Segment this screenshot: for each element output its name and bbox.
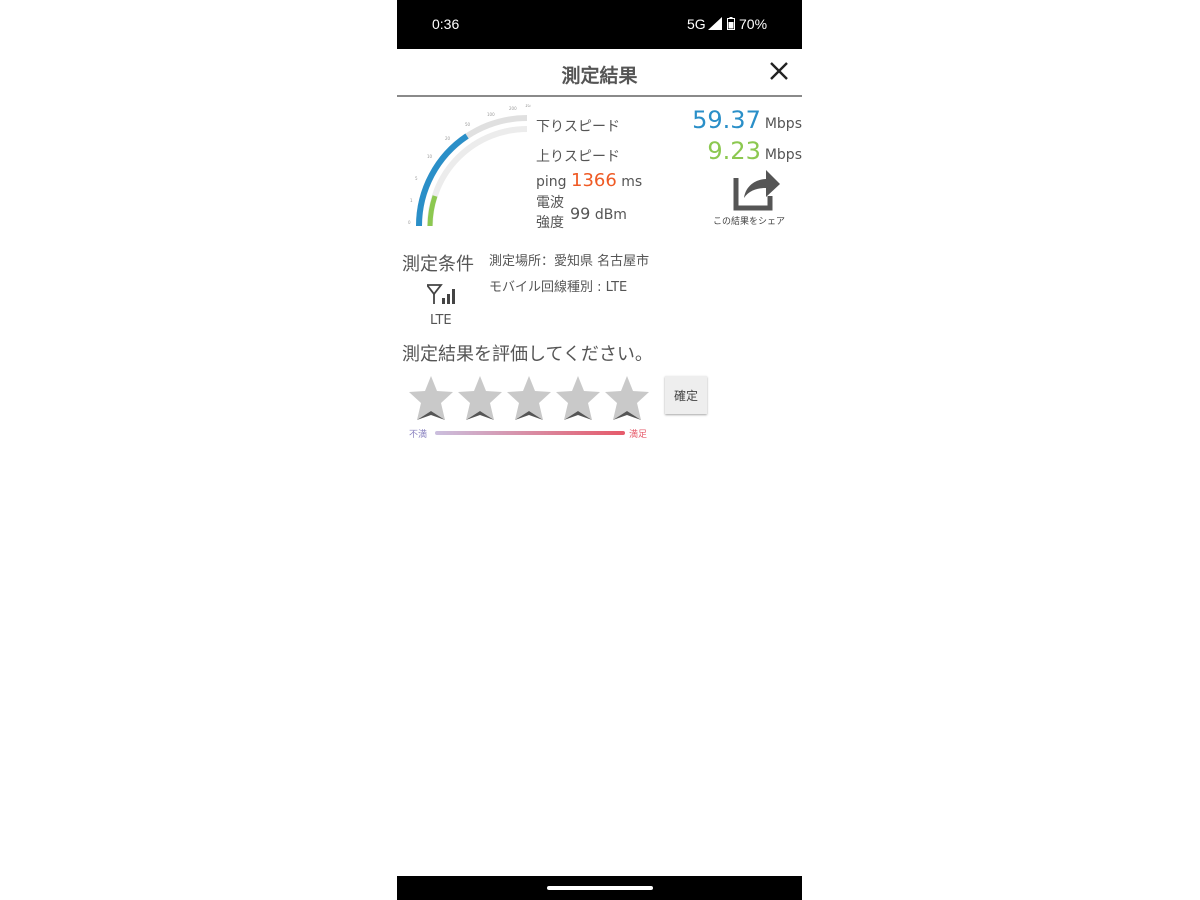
svg-text:0: 0 xyxy=(408,220,411,225)
status-time: 0:36 xyxy=(432,16,460,32)
share-label[interactable]: この結果をシェア xyxy=(702,214,796,227)
upload-value-row: 9.23 Mbps xyxy=(707,137,802,165)
measurement-location: 測定場所：愛知県 名古屋市 xyxy=(489,254,650,269)
speed-gauge: 0 1 5 10 20 50 100 200 1G xyxy=(408,104,531,227)
home-gesture-handle[interactable] xyxy=(547,886,653,890)
battery-percent: 70% xyxy=(739,16,768,32)
mobile-line-type: モバイル回線種別 : LTE xyxy=(489,280,628,295)
rating-prompt: 測定結果を評価してください。 xyxy=(402,344,653,365)
phone-screen: 0:36 5G 70% 測定結果 0 1 5 10 20 50 100 200 … xyxy=(397,0,802,900)
antenna-signal-icon xyxy=(427,284,455,304)
signal-label-line2: 強度 xyxy=(536,215,564,231)
scale-low-label: 不満 xyxy=(409,430,428,440)
upload-value: 9.23 xyxy=(707,137,761,165)
svg-text:200: 200 xyxy=(509,106,517,111)
download-label: 下りスピード xyxy=(536,119,620,135)
scale-high-label: 満足 xyxy=(629,430,648,440)
star-icon-2[interactable] xyxy=(456,374,504,422)
star-icon-3[interactable] xyxy=(505,374,553,422)
confirm-button[interactable]: 確定 xyxy=(665,376,707,414)
signal-value: 99 xyxy=(570,204,591,223)
signal-strength-value-row: 99 dBm xyxy=(570,204,627,223)
ping-value: 1366 xyxy=(571,170,617,191)
conditions-title: 測定条件 xyxy=(402,254,474,275)
network-type: LTE xyxy=(430,313,452,328)
signal-label-line1: 電波 xyxy=(536,195,564,211)
svg-text:5: 5 xyxy=(415,176,418,181)
ping-row: ping 1366 ms xyxy=(536,170,642,191)
svg-text:50: 50 xyxy=(465,122,471,127)
star-icon-4[interactable] xyxy=(554,374,602,422)
svg-text:20: 20 xyxy=(445,136,451,141)
svg-text:1: 1 xyxy=(410,198,413,203)
ping-unit: ms xyxy=(621,174,643,190)
navigation-bar xyxy=(397,876,802,900)
cell-signal-icon xyxy=(708,17,722,30)
ping-label: ping xyxy=(536,174,567,190)
satisfaction-scale-bar xyxy=(435,431,625,435)
close-icon[interactable] xyxy=(767,59,791,83)
download-value-row: 59.37 Mbps xyxy=(692,106,802,134)
upload-unit: Mbps xyxy=(764,147,802,163)
signal-unit: dBm xyxy=(594,207,627,223)
upload-label: 上りスピード xyxy=(536,149,620,165)
svg-text:100: 100 xyxy=(487,112,495,117)
battery-icon xyxy=(727,17,735,30)
star-icon-5[interactable] xyxy=(603,374,651,422)
svg-text:1G: 1G xyxy=(525,104,531,108)
download-value: 59.37 xyxy=(692,106,761,134)
status-bar: 0:36 5G 70% xyxy=(397,0,802,49)
status-network: 5G xyxy=(687,16,706,32)
star-icon-1[interactable] xyxy=(407,374,455,422)
share-icon[interactable] xyxy=(732,164,782,212)
signal-strength-label: 電波 強度 xyxy=(536,193,564,233)
page-title: 測定結果 xyxy=(561,65,638,87)
svg-text:10: 10 xyxy=(427,154,433,159)
download-unit: Mbps xyxy=(764,116,802,132)
header-bar: 測定結果 xyxy=(397,49,802,97)
